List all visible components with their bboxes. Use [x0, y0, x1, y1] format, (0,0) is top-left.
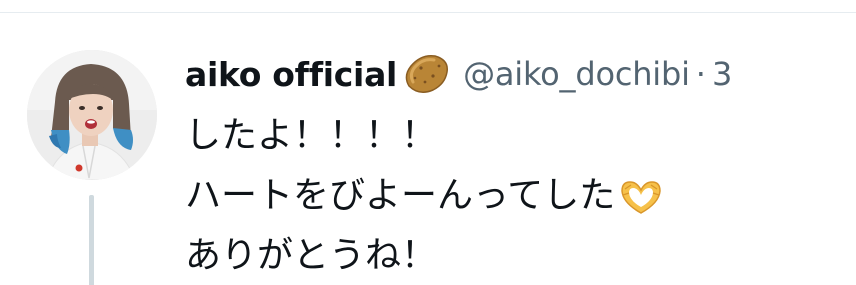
display-name[interactable]: aiko official: [185, 55, 397, 94]
potato-icon: [401, 52, 451, 96]
heart-hands-icon: [617, 176, 665, 216]
tweet-line: ありがとうね！: [185, 226, 845, 285]
tweet-line: したよ！！！！: [185, 106, 845, 166]
tweet-header: aiko official @aiko_dochibi · 3: [185, 46, 732, 102]
avatar[interactable]: [27, 50, 157, 180]
tweet-page: aiko official @aiko_dochibi · 3 したよ！！！！ …: [0, 0, 856, 285]
handle[interactable]: @aiko_dochibi: [463, 55, 690, 93]
tweet-text: したよ！！！！ ハートをびよーんってした ありがとうね！: [185, 106, 845, 285]
separator-dot: ·: [695, 55, 706, 93]
divider: [0, 12, 856, 13]
tweet-line-text: ありがとうね！: [185, 235, 438, 276]
tweet-line-text: ハートをびよーんってした: [185, 175, 616, 216]
tweet-line: ハートをびよーんってした: [185, 166, 845, 226]
thread-line: [89, 195, 94, 285]
tweet-line-text: したよ！！！！: [185, 115, 438, 156]
timestamp[interactable]: 3: [712, 55, 732, 93]
avatar-image: [27, 50, 157, 180]
